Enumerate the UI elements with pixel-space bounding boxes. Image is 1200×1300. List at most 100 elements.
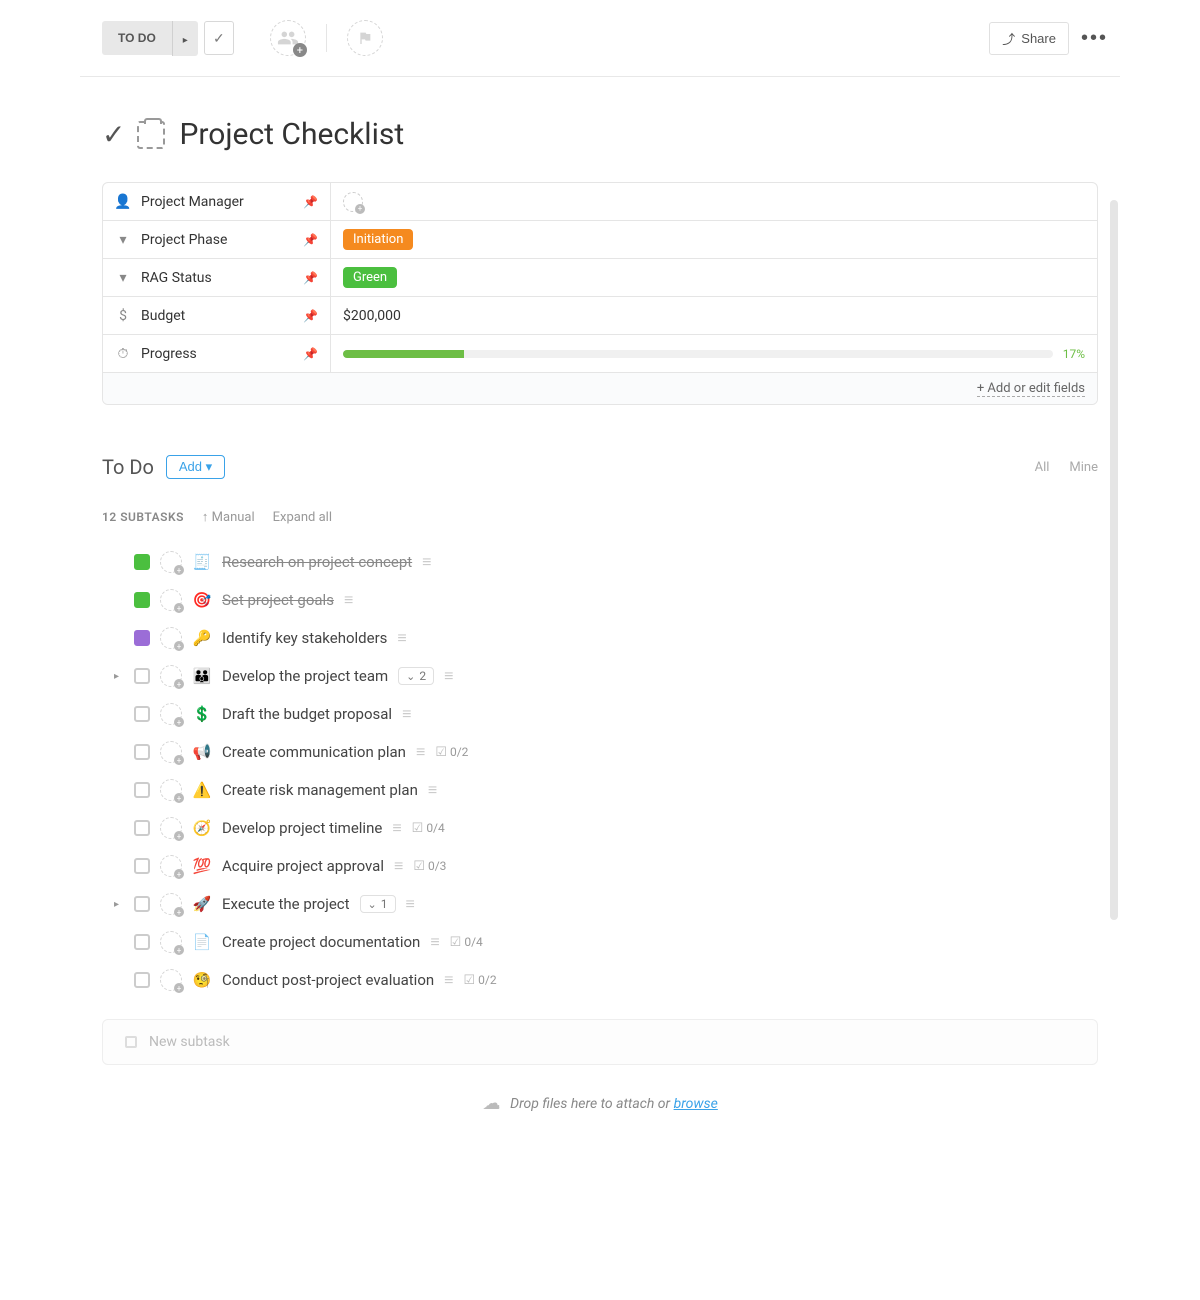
assignee-add-icon[interactable] [160, 665, 182, 687]
checklist-progress[interactable]: 0/2 [435, 745, 468, 760]
assignee-add-icon[interactable] [160, 551, 182, 573]
checklist-progress[interactable]: 0/3 [413, 859, 446, 874]
subtask-row[interactable]: ▸🧾Research on project concept≡ [102, 543, 1098, 581]
subtask-row[interactable]: ▸🧭Develop project timeline≡0/4 [102, 809, 1098, 847]
checklist-progress[interactable]: 0/2 [464, 973, 497, 988]
scrollbar[interactable] [1110, 200, 1118, 920]
assignee-add-icon[interactable] [160, 893, 182, 915]
subtask-checkbox[interactable] [134, 706, 150, 722]
subtask-title[interactable]: Draft the budget proposal [222, 705, 392, 723]
filter-all[interactable]: All [1035, 460, 1050, 475]
field-label-rag-status[interactable]: ▾ RAG Status 📌 [103, 259, 331, 296]
subtask-checkbox[interactable] [134, 934, 150, 950]
pin-icon[interactable]: 📌 [303, 195, 318, 209]
subtask-checkbox[interactable] [134, 858, 150, 874]
description-icon[interactable]: ≡ [430, 932, 439, 952]
subtask-checkbox[interactable] [134, 668, 150, 684]
field-label-progress[interactable]: ⏱ Progress 📌 [103, 335, 331, 372]
subtask-checkbox[interactable] [134, 554, 150, 570]
checklist-progress[interactable]: 0/4 [412, 821, 445, 836]
subtask-checkbox[interactable] [134, 896, 150, 912]
add-assignee-button[interactable] [270, 20, 306, 56]
pin-icon[interactable]: 📌 [303, 347, 318, 361]
add-edit-fields-link[interactable]: + Add or edit fields [977, 381, 1085, 397]
subtask-checkbox[interactable] [134, 782, 150, 798]
description-icon[interactable]: ≡ [444, 666, 453, 686]
field-value-project-phase[interactable]: Initiation [331, 221, 1097, 258]
mark-complete-button[interactable] [204, 21, 234, 55]
description-icon[interactable]: ≡ [344, 590, 353, 610]
pin-icon[interactable]: 📌 [303, 271, 318, 285]
subtask-title[interactable]: Acquire project approval [222, 857, 384, 875]
expand-caret-icon[interactable]: ▸ [114, 671, 124, 682]
subtask-checkbox[interactable] [134, 972, 150, 988]
description-icon[interactable]: ≡ [394, 856, 403, 876]
description-icon[interactable]: ≡ [392, 818, 401, 838]
description-icon[interactable]: ≡ [428, 780, 437, 800]
subtask-checkbox[interactable] [134, 592, 150, 608]
description-icon[interactable]: ≡ [406, 894, 415, 914]
description-icon[interactable]: ≡ [397, 628, 406, 648]
pin-icon[interactable]: 📌 [303, 309, 318, 323]
subtask-checkbox[interactable] [134, 744, 150, 760]
filter-mine[interactable]: Mine [1069, 460, 1098, 475]
assignee-add-icon[interactable] [160, 589, 182, 611]
status-dropdown-caret[interactable] [172, 21, 198, 56]
subtask-row[interactable]: ▸📢Create communication plan≡0/2 [102, 733, 1098, 771]
subtask-count-chip[interactable]: ⌄1 [360, 895, 396, 913]
empty-assignee-icon[interactable] [343, 192, 363, 212]
attachment-dropzone[interactable]: ☁ Drop files here to attach or browse [80, 1065, 1120, 1134]
assignee-add-icon[interactable] [160, 741, 182, 763]
assignee-add-icon[interactable] [160, 779, 182, 801]
subtask-title[interactable]: Execute the project [222, 895, 350, 913]
subtask-row[interactable]: ▸📄Create project documentation≡0/4 [102, 923, 1098, 961]
progress-bar[interactable] [343, 350, 1053, 358]
subtask-row[interactable]: ▸🚀Execute the project⌄1≡ [102, 885, 1098, 923]
subtask-title[interactable]: Conduct post-project evaluation [222, 971, 434, 989]
new-subtask-input[interactable]: New subtask [102, 1019, 1098, 1065]
subtask-title[interactable]: Develop the project team [222, 667, 388, 685]
assignee-add-icon[interactable] [160, 703, 182, 725]
field-label-project-manager[interactable]: 👤 Project Manager 📌 [103, 183, 331, 220]
description-icon[interactable]: ≡ [402, 704, 411, 724]
assignee-add-icon[interactable] [160, 931, 182, 953]
status-button[interactable]: TO DO [102, 21, 172, 55]
field-value-progress[interactable]: 17% [331, 335, 1097, 372]
pin-icon[interactable]: 📌 [303, 233, 318, 247]
field-value-rag-status[interactable]: Green [331, 259, 1097, 296]
add-subtask-button[interactable]: Add ▾ [166, 455, 225, 479]
subtask-title[interactable]: Develop project timeline [222, 819, 382, 837]
subtask-row[interactable]: ▸🔑Identify key stakeholders≡ [102, 619, 1098, 657]
subtask-title[interactable]: Create risk management plan [222, 781, 418, 799]
subtask-title[interactable]: Create communication plan [222, 743, 406, 761]
subtask-title[interactable]: Create project documentation [222, 933, 420, 951]
assignee-add-icon[interactable] [160, 969, 182, 991]
assignee-add-icon[interactable] [160, 627, 182, 649]
checklist-progress[interactable]: 0/4 [450, 935, 483, 950]
subtask-title[interactable]: Set project goals [222, 591, 334, 609]
priority-flag-button[interactable] [347, 20, 383, 56]
subtask-row[interactable]: ▸⚠️Create risk management plan≡ [102, 771, 1098, 809]
page-title[interactable]: Project Checklist [179, 117, 404, 152]
subtask-count-chip[interactable]: ⌄2 [398, 667, 434, 685]
sort-button[interactable]: Manual [202, 509, 255, 525]
assignee-add-icon[interactable] [160, 817, 182, 839]
subtask-row[interactable]: ▸🧐Conduct post-project evaluation≡0/2 [102, 961, 1098, 999]
description-icon[interactable]: ≡ [444, 970, 453, 990]
field-label-budget[interactable]: $ Budget 📌 [103, 297, 331, 334]
description-icon[interactable]: ≡ [416, 742, 425, 762]
more-menu-button[interactable]: ••• [1069, 23, 1120, 54]
browse-link[interactable]: browse [674, 1096, 718, 1112]
field-value-project-manager[interactable] [331, 183, 1097, 220]
subtask-checkbox[interactable] [134, 820, 150, 836]
subtask-row[interactable]: ▸💯Acquire project approval≡0/3 [102, 847, 1098, 885]
assignee-add-icon[interactable] [160, 855, 182, 877]
field-label-project-phase[interactable]: ▾ Project Phase 📌 [103, 221, 331, 258]
description-icon[interactable]: ≡ [422, 552, 431, 572]
share-button[interactable]: ⤴ Share [989, 22, 1069, 55]
subtask-row[interactable]: ▸🎯Set project goals≡ [102, 581, 1098, 619]
subtask-checkbox[interactable] [134, 630, 150, 646]
subtask-row[interactable]: ▸💲Draft the budget proposal≡ [102, 695, 1098, 733]
expand-all-button[interactable]: Expand all [273, 510, 332, 525]
subtask-title[interactable]: Research on project concept [222, 553, 412, 571]
